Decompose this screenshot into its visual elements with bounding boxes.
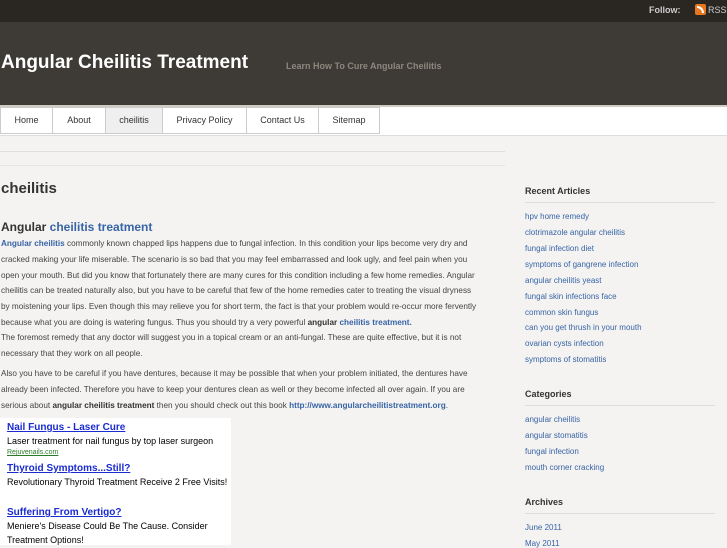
bold-text: angular [307,317,338,327]
recent-article-link[interactable]: symptoms of stomatitis [525,355,606,364]
paragraph-text: then you should check out this book [154,400,290,410]
page-title: cheilitis [1,180,57,197]
sidebar-divider [525,405,715,406]
ad-description: Laser treatment for nail fungus by top l… [7,436,214,446]
site-header: Angular Cheilitis Treatment Learn How To… [0,22,727,107]
sidebar-divider [525,202,715,203]
post-paragraph-2: The foremost remedy that any doctor will… [1,333,462,358]
recent-article-link[interactable]: clotrimazole angular cheilitis [525,228,625,237]
paragraph-text: . [445,400,449,410]
site-title[interactable]: Angular Cheilitis Treatment [1,52,248,74]
category-link[interactable]: fungal infection [525,447,579,456]
recent-article-link[interactable]: angular cheilitis yeast [525,276,601,285]
cheilitis-treatment-link[interactable]: cheilitis treatment. [339,318,411,327]
post-paragraph-3: Also you have to be careful if you have … [1,366,477,413]
post-title-prefix: Angular [1,220,50,234]
recent-article-link[interactable]: hpv home remedy [525,212,589,221]
nav-about[interactable]: About [53,107,106,134]
recent-article-link[interactable]: common skin fungus [525,308,598,317]
archive-link[interactable]: June 2011 [525,523,562,532]
recent-article-link[interactable]: ovarian cysts infection [525,339,604,348]
ad-description: Revolutionary Thyroid Treatment Receive … [7,477,228,487]
angular-cheilitis-link[interactable]: Angular cheilitis [1,239,65,248]
ad-description: Meniere's Disease Could Be The Cause. Co… [7,521,208,545]
rss-link[interactable]: RSS [708,5,727,15]
recent-article-link[interactable]: fungal skin infections face [525,292,617,301]
nav-home[interactable]: Home [0,107,53,134]
recent-article-link[interactable]: fungal infection diet [525,244,594,253]
ad-title-link[interactable]: Suffering From Vertigo? [7,507,121,518]
sidebar-divider [525,513,715,514]
recent-articles-heading: Recent Articles [525,186,591,196]
nav-privacy-policy[interactable]: Privacy Policy [163,107,247,134]
top-bar: Follow: RSS [0,0,727,22]
ad-title-link[interactable]: Nail Fungus - Laser Cure [7,422,125,433]
nav-cheilitis[interactable]: cheilitis [106,107,163,134]
category-link[interactable]: mouth corner cracking [525,463,604,472]
nav-contact-us[interactable]: Contact Us [247,107,319,134]
post-paragraph-1: Angular cheilitis commonly known chapped… [1,236,477,331]
nav-sitemap[interactable]: Sitemap [319,107,380,134]
ad-url-link[interactable]: Rejuvenails.com [7,449,58,456]
post-title-link[interactable]: cheilitis treatment [50,220,153,234]
recent-article-link[interactable]: symptoms of gangrene infection [525,260,638,269]
content-divider [0,165,505,166]
post-title: Angular cheilitis treatment [1,220,152,234]
rss-icon[interactable] [695,4,706,15]
main-nav: Home About cheilitis Privacy Policy Cont… [0,107,727,136]
content-divider [0,151,505,152]
archive-link[interactable]: May 2011 [525,539,560,548]
recent-article-link[interactable]: can you get thrush in your mouth [525,323,642,332]
ad-block: Nail Fungus - Laser Cure Laser treatment… [0,418,231,545]
follow-label: Follow: [649,5,681,15]
book-link[interactable]: http://www.angularcheilitistreatment.org [289,401,446,410]
bold-text: angular cheilitis treatment [52,400,155,410]
categories-heading: Categories [525,389,572,399]
ad-title-link[interactable]: Thyroid Symptoms...Still? [7,463,130,474]
archives-heading: Archives [525,497,564,507]
site-tagline: Learn How To Cure Angular Cheilitis [286,61,442,71]
category-link[interactable]: angular cheilitis [525,415,580,424]
paragraph-text: commonly known chapped lips happens due … [1,239,477,327]
category-link[interactable]: angular stomatitis [525,431,588,440]
